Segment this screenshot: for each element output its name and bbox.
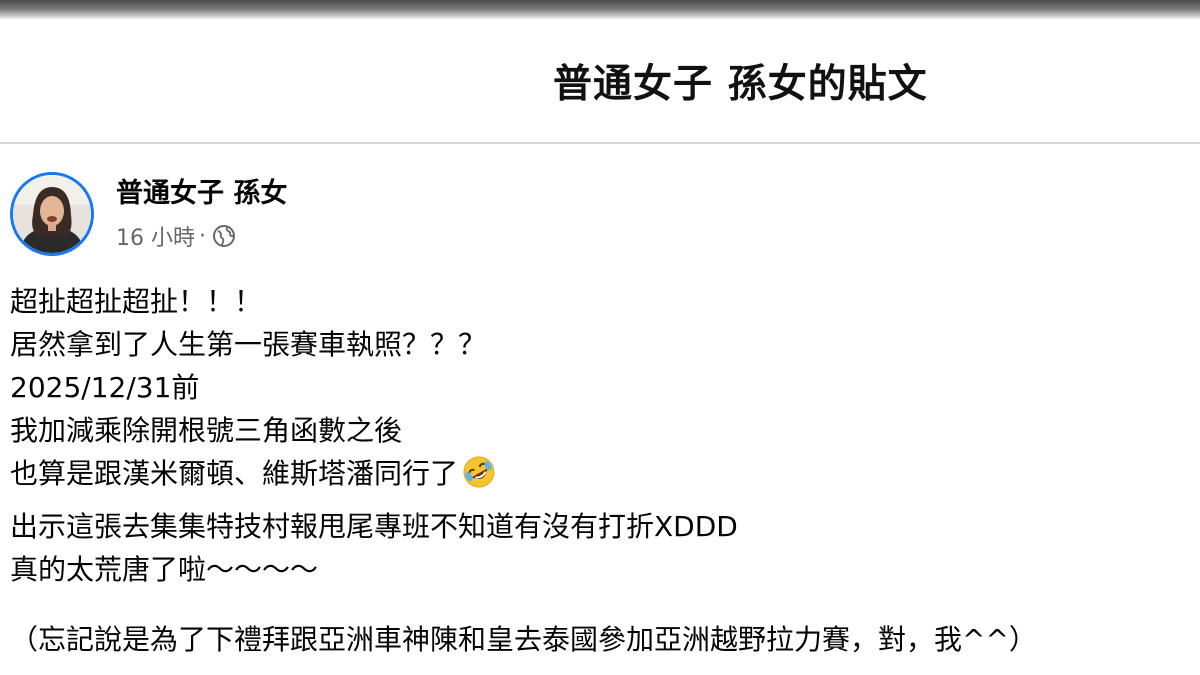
post-line: 我加減乘除開根號三角函數之後 (10, 414, 403, 447)
author-name[interactable]: 普通女子 孫女 (116, 171, 287, 210)
top-shadow-band (0, 0, 1200, 20)
avatar[interactable] (10, 172, 94, 256)
meta-separator: · (199, 223, 206, 249)
rolling-on-floor-laughing-emoji-icon (462, 455, 496, 489)
post-body: 超扯超扯超扯！！！ 居然拿到了人生第一張賽車執照？？？ 2025/12/31前 … (10, 280, 738, 591)
post-card: 普通女子 孫女 16 小時 · 超扯超扯超扯！！！ 居然拿到了人生第一張賽車執照… (0, 144, 1200, 675)
post-line-text: 也算是跟漢米爾頓、維斯塔潘同行了 (10, 457, 459, 490)
post-line-with-emoji: 也算是跟漢米爾頓、維斯塔潘同行了 (10, 452, 738, 495)
page-header: 普通女子 孫女的貼文 (0, 20, 1200, 144)
post-line: 2025/12/31前 (10, 371, 200, 404)
avatar-photo (13, 175, 91, 253)
post-line: 出示這張去集集特技村報甩尾專班不知道有沒有打折XDDD (10, 510, 738, 543)
post-time[interactable]: 16 小時 (116, 220, 195, 252)
page-title: 普通女子 孫女的貼文 (553, 62, 928, 107)
globe-icon[interactable] (212, 224, 236, 248)
post-line: 居然拿到了人生第一張賽車執照？？？ (10, 328, 487, 361)
post-line: 真的太荒唐了啦～～～～ (10, 553, 319, 586)
post-meta: 16 小時 · (116, 220, 236, 252)
post-note: （忘記說是為了下禮拜跟亞洲車神陳和皇去泰國參加亞洲越野拉力賽，對，我^^） (10, 623, 1037, 656)
post-line: 超扯超扯超扯！！！ (10, 285, 263, 318)
